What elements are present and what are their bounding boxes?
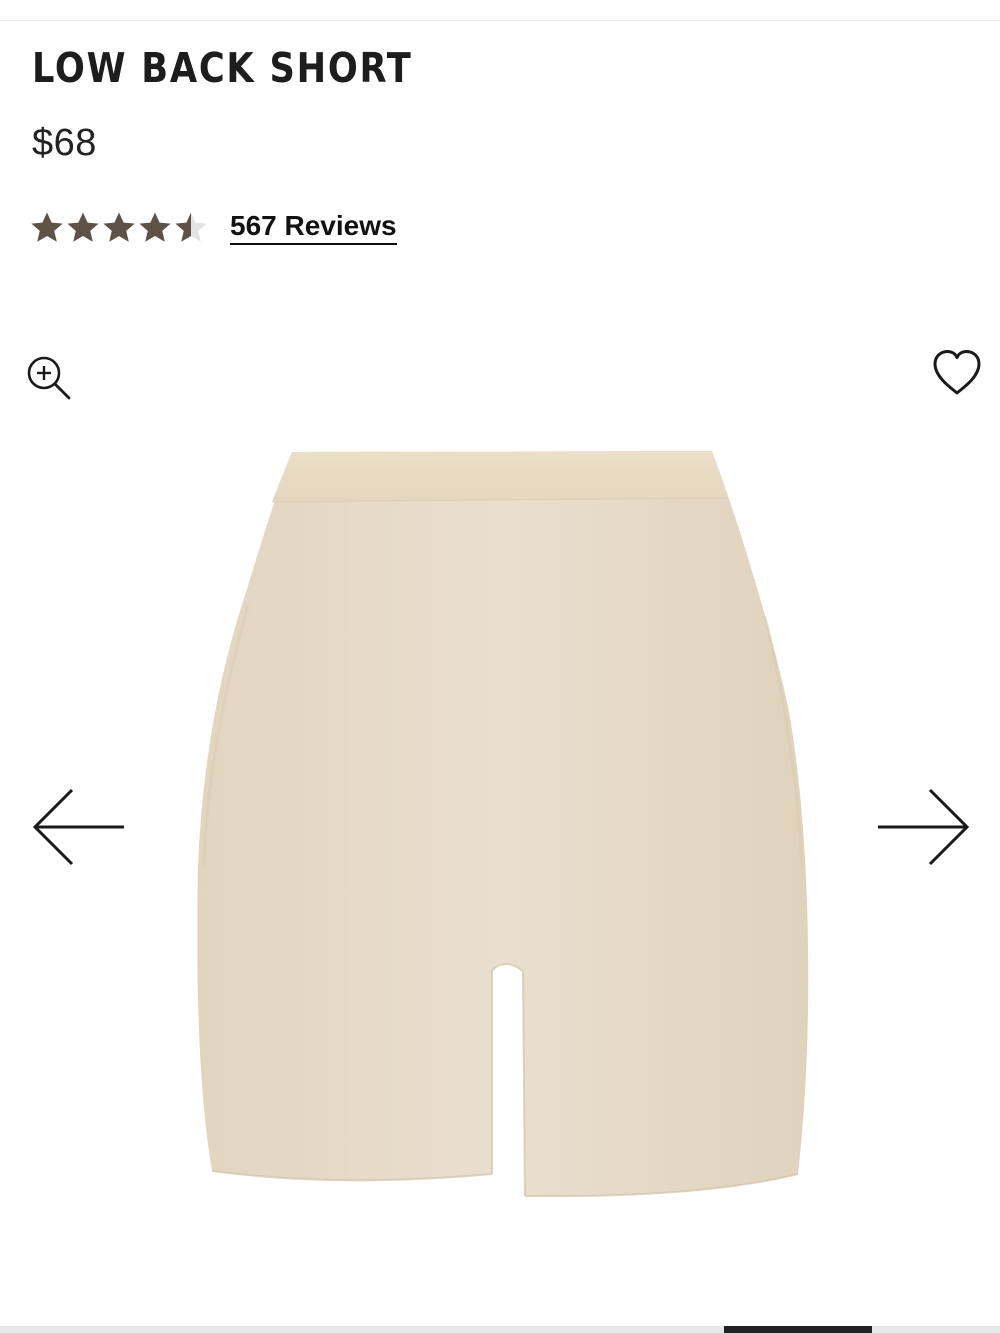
arrow-left-icon[interactable] [30, 786, 128, 868]
arrow-right-icon[interactable] [874, 786, 972, 868]
rating-stars [30, 211, 208, 244]
reviews-link[interactable]: 567 Reviews [230, 210, 397, 245]
star-icon [31, 212, 63, 242]
star-icon [103, 212, 135, 242]
star-icon [67, 212, 99, 242]
heart-icon[interactable] [930, 348, 984, 398]
product-title: LOW BACK SHORT [32, 44, 413, 92]
zoom-in-icon[interactable] [24, 351, 76, 403]
star-icon [175, 212, 207, 242]
product-price: $68 [32, 122, 97, 164]
star-icon [139, 212, 171, 242]
top-divider [0, 20, 1000, 21]
product-rating: 567 Reviews [30, 206, 397, 248]
gallery-progress-indicator [724, 1326, 872, 1333]
gallery-progress-track [0, 1326, 1000, 1333]
product-image [190, 446, 815, 1206]
